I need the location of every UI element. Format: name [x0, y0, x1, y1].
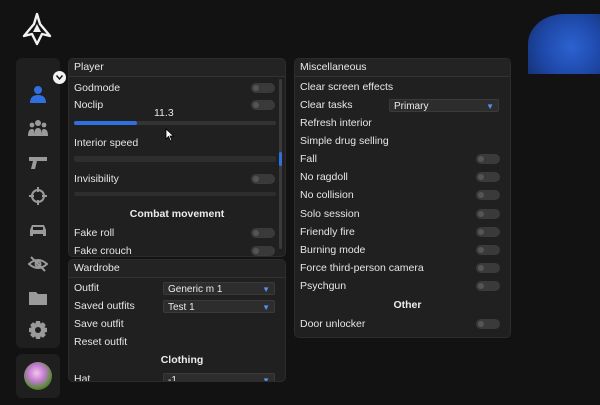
fake-crouch-label: Fake crouch — [74, 245, 132, 257]
godmode-toggle[interactable] — [251, 83, 275, 93]
avatar-container — [16, 354, 60, 398]
mouse-cursor-icon — [165, 128, 175, 142]
combat-movement-title: Combat movement — [129, 208, 225, 220]
psychgun-toggle[interactable] — [476, 281, 500, 291]
other-title: Other — [393, 299, 422, 311]
group-icon[interactable] — [26, 116, 50, 140]
fake-crouch-toggle[interactable] — [251, 246, 275, 256]
solo-session-label: Solo session — [300, 208, 360, 220]
clear-tasks-dropdown[interactable]: Primary ▼ — [389, 99, 499, 112]
fake-roll-toggle[interactable] — [251, 228, 275, 238]
wardrobe-panel: Wardrobe Outfit Generic m 1 ▼ Saved outfi… — [68, 259, 286, 382]
folder-icon[interactable] — [26, 286, 50, 310]
fall-toggle[interactable] — [476, 154, 500, 164]
outfit-value: Generic m 1 — [168, 284, 223, 295]
clear-tasks-label: Clear tasks — [300, 99, 353, 111]
clear-tasks-value: Primary — [394, 101, 429, 112]
player-scrollbar[interactable] — [279, 79, 282, 249]
hat-dropdown[interactable]: -1 ▼ — [163, 373, 275, 382]
chevron-down-icon: ▼ — [262, 303, 270, 312]
clothing-title: Clothing — [160, 354, 204, 366]
hat-value: -1 — [168, 375, 177, 382]
slider-fill — [74, 121, 137, 125]
hat-label: Hat — [74, 373, 91, 382]
third-person-camera-toggle[interactable] — [476, 263, 500, 273]
panel-title: Player — [69, 59, 285, 77]
friendly-fire-label: Friendly fire — [300, 226, 355, 238]
player-panel: Player Godmode Noclip 11.3 Interior spee… — [68, 58, 286, 257]
chevron-down-icon — [56, 75, 63, 80]
chevron-down-icon: ▼ — [486, 102, 494, 111]
door-unlocker-label: Door unlocker — [300, 318, 366, 330]
friendly-fire-toggle[interactable] — [476, 227, 500, 237]
no-collision-toggle[interactable] — [476, 190, 500, 200]
invisibility-toggle[interactable] — [251, 174, 275, 184]
outfit-label: Outfit — [74, 282, 100, 294]
refresh-interior-button[interactable]: Refresh interior — [300, 115, 372, 131]
solo-session-toggle[interactable] — [476, 209, 500, 219]
sidebar — [16, 58, 60, 348]
saved-outfits-value: Test 1 — [168, 302, 195, 313]
third-person-camera-label: Force third-person camera — [300, 262, 424, 274]
fall-label: Fall — [300, 153, 317, 165]
panel-title: Wardrobe — [69, 260, 285, 278]
player-scroll-thumb[interactable] — [279, 152, 282, 166]
saved-outfits-dropdown[interactable]: Test 1 ▼ — [163, 300, 275, 313]
save-outfit-button[interactable]: Save outfit — [74, 316, 124, 332]
speed-slider[interactable] — [74, 121, 276, 125]
door-unlocker-toggle[interactable] — [476, 319, 500, 329]
invisibility-slider[interactable] — [74, 192, 276, 196]
logo-icon — [22, 12, 52, 46]
gear-icon[interactable] — [26, 318, 50, 342]
avatar[interactable] — [24, 362, 52, 390]
burning-mode-toggle[interactable] — [476, 245, 500, 255]
no-ragdoll-label: No ragdoll — [300, 171, 348, 183]
godmode-label: Godmode — [74, 82, 121, 94]
simple-drug-selling-button[interactable]: Simple drug selling — [300, 133, 389, 149]
interior-speed-slider[interactable] — [74, 156, 276, 162]
user-icon[interactable] — [26, 82, 50, 106]
invisibility-label: Invisibility — [74, 173, 119, 185]
crosshair-icon[interactable] — [26, 184, 50, 208]
decorative-blob — [528, 14, 600, 74]
eye-off-icon[interactable] — [26, 252, 50, 276]
car-icon[interactable] — [26, 218, 50, 242]
interior-speed-label: Interior speed — [74, 137, 139, 149]
fake-roll-label: Fake roll — [74, 227, 115, 239]
saved-outfits-label: Saved outfits — [74, 300, 135, 312]
noclip-label: Noclip — [74, 99, 104, 111]
no-ragdoll-toggle[interactable] — [476, 172, 500, 182]
collapse-button[interactable] — [53, 71, 66, 84]
miscellaneous-panel: Miscellaneous Clear screen effects Clear… — [294, 58, 511, 338]
chevron-down-icon: ▼ — [262, 376, 270, 382]
slider-value: 11.3 — [154, 107, 174, 119]
psychgun-label: Psychgun — [300, 280, 347, 292]
noclip-toggle[interactable] — [251, 100, 275, 110]
panel-title: Miscellaneous — [295, 59, 510, 77]
chevron-down-icon: ▼ — [262, 285, 270, 294]
clear-screen-effects-button[interactable]: Clear screen effects — [300, 79, 393, 95]
reset-outfit-button[interactable]: Reset outfit — [74, 334, 127, 350]
no-collision-label: No collision — [300, 189, 354, 201]
pistol-icon[interactable] — [26, 150, 50, 174]
outfit-dropdown[interactable]: Generic m 1 ▼ — [163, 282, 275, 295]
burning-mode-label: Burning mode — [300, 244, 366, 256]
